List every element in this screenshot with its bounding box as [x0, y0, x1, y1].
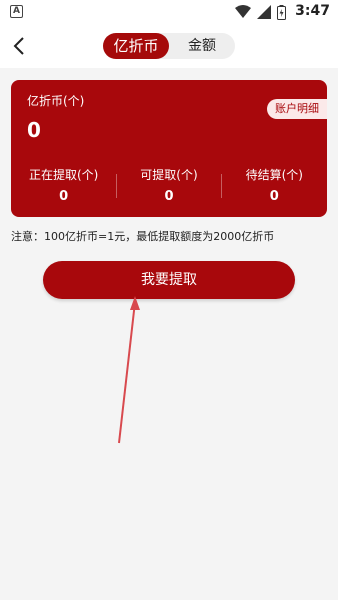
status-icons [235, 4, 286, 20]
withdraw-button[interactable]: 我要提取 [43, 261, 295, 299]
withdraw-notice: 注意：100亿折币=1元，最低提取额度为2000亿折币 [11, 230, 275, 243]
stat-pending: 待结算(个) 0 [222, 164, 327, 208]
balance-title: 亿折币(个) [27, 94, 85, 108]
stat-withdrawing: 正在提取(个) 0 [11, 164, 116, 208]
stat-divider [116, 174, 117, 198]
stat-label: 可提取(个) [140, 168, 198, 182]
currency-segment-control: 亿折币 金额 [103, 33, 235, 59]
signal-icon [257, 5, 271, 19]
balance-card: 亿折币(个) 0 账户明细 正在提取(个) 0 可提取(个) 0 待结算(个) … [11, 80, 327, 217]
status-bar: A 3:47 [0, 0, 338, 24]
back-arrow-icon[interactable] [8, 34, 32, 58]
stat-withdrawable: 可提取(个) 0 [116, 164, 221, 208]
stat-value: 0 [269, 189, 279, 204]
tab-yizhebi[interactable]: 亿折币 [103, 33, 169, 59]
stat-divider [221, 174, 222, 198]
balance-stats: 正在提取(个) 0 可提取(个) 0 待结算(个) 0 [11, 164, 327, 208]
clock: 3:47 [295, 3, 330, 19]
stat-value: 0 [164, 189, 174, 204]
balance-total: 0 [27, 118, 41, 142]
stat-label: 待结算(个) [245, 168, 303, 182]
battery-icon [277, 4, 286, 20]
wifi-icon [235, 5, 251, 18]
stat-value: 0 [59, 189, 69, 204]
account-detail-button[interactable]: 账户明细 [267, 99, 327, 119]
tab-amount[interactable]: 金额 [169, 33, 235, 59]
top-navigation-bar: 亿折币 金额 [0, 24, 338, 68]
stat-label: 正在提取(个) [28, 168, 99, 182]
app-notification-icon: A [10, 5, 23, 18]
